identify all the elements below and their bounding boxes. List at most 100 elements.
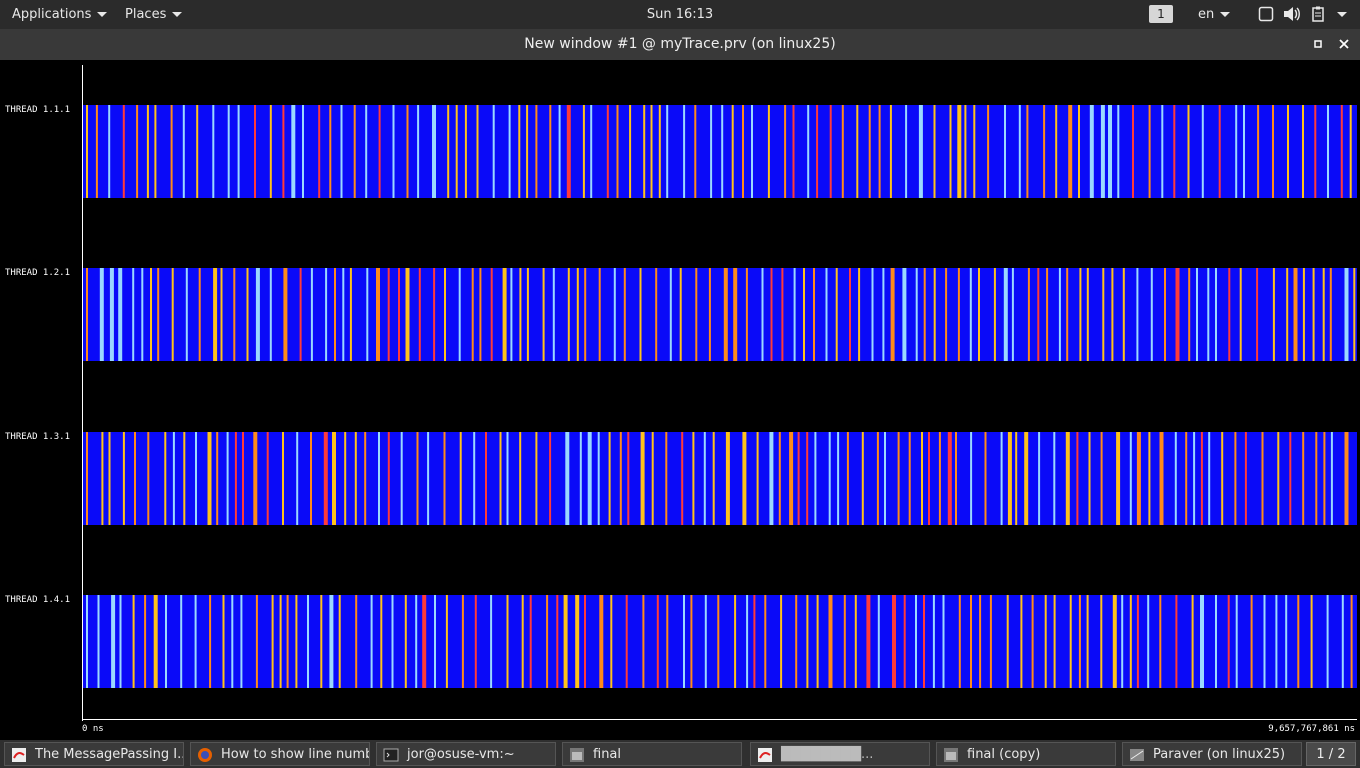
state-event [871, 268, 874, 361]
state-event [734, 595, 737, 688]
task-final-copy[interactable]: final (copy) [936, 742, 1116, 766]
state-event [171, 268, 174, 361]
state-event [858, 268, 861, 361]
state-event [529, 595, 532, 688]
state-event [195, 432, 197, 525]
state-event [978, 268, 980, 361]
state-event [1102, 268, 1105, 361]
state-event [132, 268, 135, 361]
thread-lane[interactable] [83, 105, 1357, 198]
state-event [781, 268, 784, 361]
trace-canvas[interactable] [0, 60, 1360, 740]
state-event [302, 105, 304, 198]
state-event [552, 268, 555, 361]
state-event [342, 268, 345, 361]
clipboard-icon[interactable] [1311, 6, 1327, 22]
state-event [253, 432, 258, 525]
state-event [1215, 595, 1217, 688]
state-event [1243, 105, 1245, 198]
state-event [1286, 268, 1289, 361]
state-event [508, 105, 511, 198]
state-event [95, 105, 98, 198]
state-event [366, 268, 369, 361]
volume-icon[interactable] [1283, 6, 1301, 22]
terminal-icon [383, 748, 399, 762]
state-event [132, 595, 135, 688]
state-event [255, 268, 260, 361]
state-event [825, 268, 828, 361]
state-event [1089, 105, 1094, 198]
state-event [499, 432, 502, 525]
window-icon[interactable] [1258, 6, 1274, 22]
state-event [1289, 432, 1292, 525]
state-event [813, 268, 815, 361]
state-event [903, 595, 906, 688]
state-event [1000, 432, 1003, 525]
state-event [1285, 595, 1288, 688]
document-viewer-icon [12, 748, 26, 762]
state-event [1079, 268, 1082, 361]
thread-lane[interactable] [83, 432, 1357, 525]
state-event [1201, 105, 1204, 198]
state-event [902, 268, 907, 361]
workspace-pager[interactable]: 1 / 2 [1306, 742, 1356, 766]
state-event [147, 432, 150, 525]
state-event [1344, 432, 1349, 525]
restore-icon[interactable] [1311, 37, 1325, 51]
state-event [1117, 105, 1120, 198]
state-event [165, 595, 167, 688]
timeline-plot[interactable]: THREAD 1.1.1 THREAD 1.2.1 THREAD 1.3.1 T… [0, 60, 1360, 740]
state-event [1250, 595, 1253, 688]
task-messagepassing[interactable]: The MessagePassing I... [4, 742, 184, 766]
state-event [255, 595, 258, 688]
task-final[interactable]: final [562, 742, 742, 766]
task-untitled[interactable]: ████████... [750, 742, 930, 766]
places-menu[interactable]: Places [125, 0, 183, 29]
language-selector[interactable]: en [1198, 0, 1231, 29]
state-event [183, 432, 186, 525]
taskbar: The MessagePassing I... How to show line… [0, 740, 1360, 768]
state-event [144, 595, 147, 688]
state-event [1161, 105, 1164, 198]
state-event [731, 105, 734, 198]
state-event [1068, 105, 1073, 198]
state-event [242, 432, 244, 525]
state-event [1026, 105, 1029, 198]
workspace-indicator[interactable]: 1 [1149, 5, 1173, 23]
state-event [1227, 595, 1230, 688]
clock[interactable]: Sun 16:13 [647, 7, 713, 22]
task-paraver[interactable]: Paraver (on linux25) [1122, 742, 1302, 766]
state-event [955, 432, 957, 525]
state-event [146, 105, 149, 198]
state-event [1053, 595, 1056, 688]
state-event [134, 432, 136, 525]
task-firefox[interactable]: How to show line numb... [190, 742, 370, 766]
task-label: final [593, 747, 622, 762]
thread-lane[interactable] [83, 595, 1357, 688]
state-event [109, 268, 114, 361]
state-event [1314, 105, 1317, 198]
system-menu-chevron-icon[interactable] [1337, 12, 1347, 17]
state-event [806, 432, 809, 525]
state-event [610, 595, 613, 688]
state-event [969, 268, 972, 361]
state-event [1228, 268, 1231, 361]
state-event [753, 595, 756, 688]
task-terminal[interactable]: jor@osuse-vm:~ [376, 742, 556, 766]
state-event [1218, 105, 1221, 198]
state-event [323, 432, 328, 525]
state-event [1340, 105, 1343, 198]
state-event [141, 268, 144, 361]
state-event [271, 595, 274, 688]
state-event [721, 105, 724, 198]
state-event [234, 432, 237, 525]
state-event [365, 105, 368, 198]
state-event [1200, 432, 1203, 525]
state-event [216, 432, 219, 525]
state-event [1208, 432, 1211, 525]
state-event [154, 105, 157, 198]
applications-menu[interactable]: Applications [12, 0, 108, 29]
state-event [490, 595, 493, 688]
close-icon[interactable] [1337, 37, 1351, 51]
state-event [923, 268, 926, 361]
